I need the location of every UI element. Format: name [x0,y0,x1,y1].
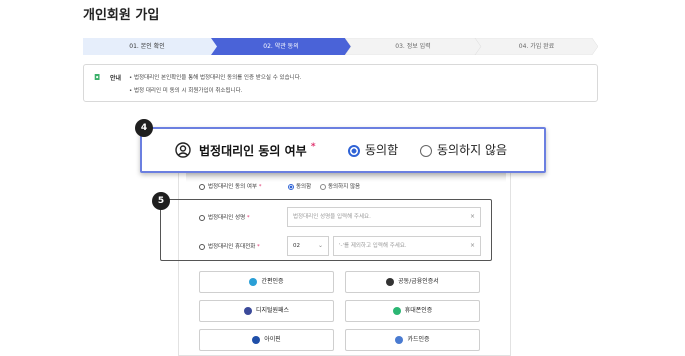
radio-checked-icon [348,144,360,157]
digital-onepass-button[interactable]: 디지털원패스 [199,300,334,322]
callout-highlight [160,199,492,261]
signup-steps: 01. 본인 확인 02. 약관 동의 03. 정보 입력 04. 가입 완료 [83,38,598,55]
radio-empty-icon [420,144,432,157]
zoomed-agree-radio[interactable]: 동의함 [348,141,398,158]
notice-title: 안내 [110,75,122,82]
step-4: 04. 가입 완료 [518,43,555,50]
notice-box: ◘ 안내 • 법정대리인 본인확인을 통해 법정대리인 동의를 인증 받으실 수… [83,64,598,102]
card-auth-button[interactable]: 카드인증 [345,329,480,351]
step-3: 03. 정보 입력 [395,43,431,50]
notice-line-2: • 법정 대리인 미 동의 시 회원가입이 취소됩니다. [129,88,243,94]
step-badge-5: 5 [152,192,170,210]
simple-auth-icon [249,277,258,286]
zoomed-consent-panel: 법정대리인 동의 여부 * 동의함 동의하지 않음 [140,127,546,173]
mobile-auth-icon [392,306,401,315]
page-title: 개인회원 가입 [83,8,160,23]
ipin-icon [252,335,261,344]
mobile-auth-button[interactable]: 휴대폰인증 [345,300,480,322]
step-2-active: 02. 약관 동의 [263,43,299,50]
zoomed-consent-label: 법정대리인 동의 여부 * [199,142,316,158]
consent-row-label: 법정대리인 동의 여부 * [199,182,262,190]
radio-empty-icon [320,183,326,190]
radio-checked-icon [288,183,294,190]
step-1: 01. 본인 확인 [129,43,165,50]
notice-line-1: • 법정대리인 본인확인을 통해 법정대리인 동의를 인증 받으실 수 있습니다… [129,75,302,81]
certificate-icon [386,277,395,286]
zoomed-disagree-radio[interactable]: 동의하지 않음 [420,141,507,158]
step-badge-4: 4 [135,119,153,137]
digital-onepass-icon [243,306,252,315]
simple-auth-button[interactable]: 간편인증 [199,271,334,293]
megaphone-icon: ◘ [94,73,101,82]
ipin-button[interactable]: 아이핀 [199,329,334,351]
user-circle-icon [199,183,205,190]
consent-agree-radio[interactable]: 동의함 [288,182,311,190]
consent-disagree-radio[interactable]: 동의하지 않음 [320,182,360,190]
certificate-auth-button[interactable]: 공동/금융인증서 [345,271,480,293]
user-circle-icon [175,142,191,158]
card-auth-icon [395,335,404,344]
